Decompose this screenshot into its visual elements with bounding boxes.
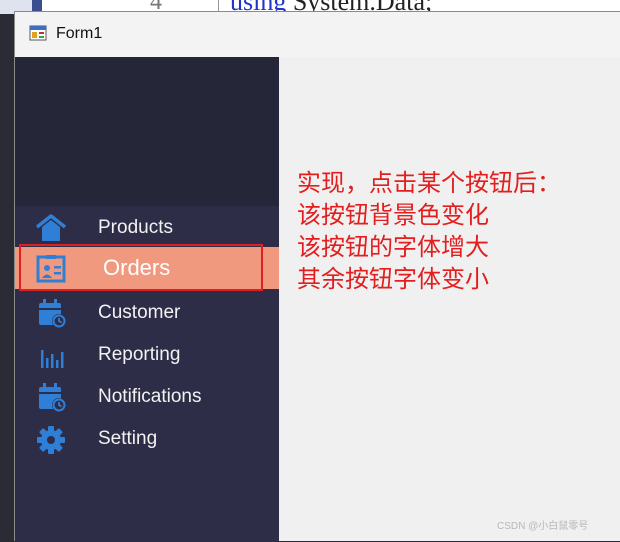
sidebar: Products Orders Customer Reporting Notif… (15, 57, 279, 542)
watermark: CSDN @小白鼠零号 (497, 521, 589, 532)
window-title: Form1 (56, 25, 103, 42)
annotation-line: 实现，点击某个按钮后： (297, 170, 561, 197)
sidebar-item-label: Customer (98, 302, 181, 323)
calendar-clock-icon (39, 383, 66, 412)
sidebar-item-label: Notifications (98, 386, 202, 407)
annotation-line: 该按钮的字体增大 (297, 234, 489, 261)
annotation-line: 该按钮背景色变化 (297, 202, 489, 229)
sidebar-item-label: Setting (98, 428, 158, 449)
sidebar-item-customer[interactable]: Customer (15, 292, 279, 334)
home-icon (35, 214, 67, 241)
sidebar-item-products[interactable]: Products (15, 207, 279, 249)
sidebar-item-label: Products (98, 217, 173, 238)
annotation-line: 其余按钮字体变小 (297, 266, 489, 293)
sidebar-item-label: Reporting (98, 344, 181, 365)
gear-icon (37, 426, 65, 454)
form-window: Form1 Products Orders Customer Reporting… (14, 11, 620, 542)
highlight-frame (19, 244, 263, 291)
sidebar-item-notifications[interactable]: Notifications (15, 376, 279, 418)
sidebar-item-setting[interactable]: Setting (15, 418, 279, 460)
form-app-icon (29, 25, 47, 41)
annotation-text: 实现，点击某个按钮后： 该按钮背景色变化 该按钮的字体增大 其余按钮字体变小 (297, 168, 561, 296)
logo-panel (15, 57, 279, 206)
bar-chart-icon (41, 350, 64, 368)
calendar-clock-icon (39, 299, 66, 328)
title-bar[interactable]: Form1 (15, 12, 620, 57)
sidebar-item-reporting[interactable]: Reporting (15, 334, 279, 376)
